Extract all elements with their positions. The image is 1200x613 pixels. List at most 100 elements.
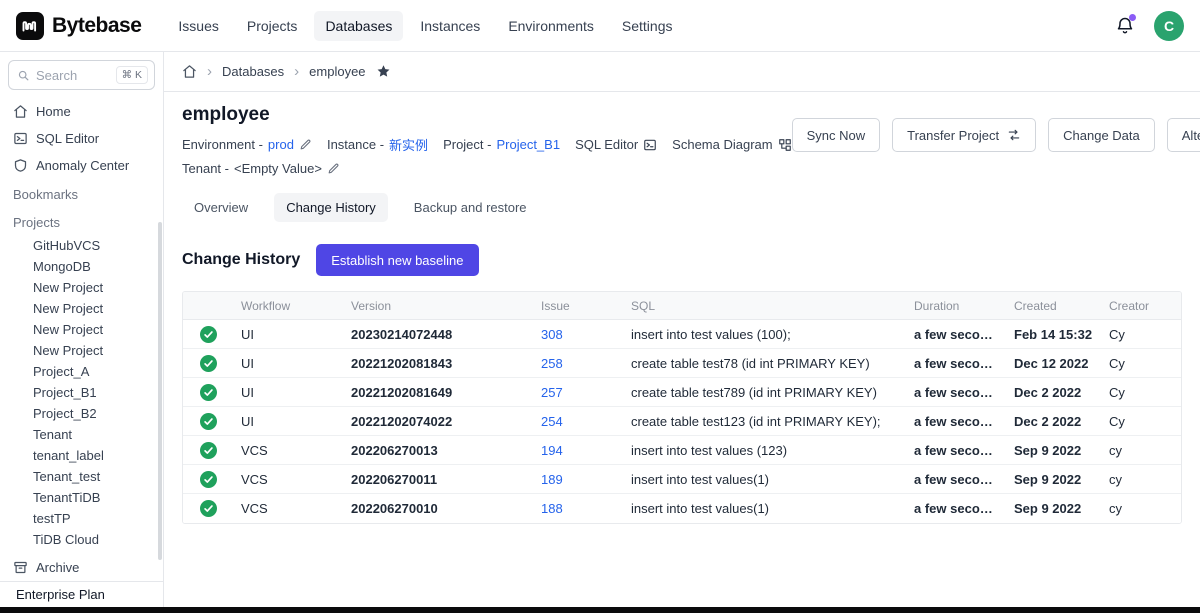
sidebar-item-label: Home xyxy=(36,104,71,119)
environment-link[interactable]: prod xyxy=(268,137,294,152)
issue-link[interactable]: 254 xyxy=(541,414,563,429)
nav-item-environments[interactable]: Environments xyxy=(497,11,605,41)
transfer-project-button[interactable]: Transfer Project xyxy=(892,118,1036,152)
sidebar-project-project_a[interactable]: Project_A xyxy=(8,361,155,382)
version-cell: 20221202074022 xyxy=(343,414,533,429)
project-label: Project - xyxy=(443,137,491,152)
nav-item-projects[interactable]: Projects xyxy=(236,11,309,41)
terminal-icon xyxy=(13,131,28,146)
issue-link[interactable]: 188 xyxy=(541,501,563,516)
schema-diagram-link[interactable]: Schema Diagram xyxy=(672,137,791,152)
schema-diagram-label: Schema Diagram xyxy=(672,137,772,152)
sidebar-project-tenant[interactable]: Tenant xyxy=(8,424,155,445)
bytebase-app: Bytebase IssuesProjectsDatabasesInstance… xyxy=(0,0,1200,613)
sidebar-project-tenanttidb[interactable]: TenantTiDB xyxy=(8,487,155,508)
sql-cell: insert into test values(1) xyxy=(623,501,906,516)
establish-baseline-button[interactable]: Establish new baseline xyxy=(316,244,478,276)
breadcrumb: › Databases › employee xyxy=(164,52,1200,92)
sidebar-project-mongodb[interactable]: MongoDB xyxy=(8,256,155,277)
notifications-bell-icon[interactable] xyxy=(1114,15,1136,37)
shield-icon xyxy=(13,158,28,173)
history-row[interactable]: UI20230214072448308insert into test valu… xyxy=(183,320,1181,349)
sidebar-project-project_b2[interactable]: Project_B2 xyxy=(8,403,155,424)
nav-item-issues[interactable]: Issues xyxy=(167,11,229,41)
notification-dot xyxy=(1129,14,1136,21)
history-row[interactable]: UI20221202081843258create table test78 (… xyxy=(183,349,1181,378)
user-avatar[interactable]: C xyxy=(1154,11,1184,41)
home-icon[interactable] xyxy=(182,64,197,79)
created-cell: Dec 2 2022 xyxy=(1006,385,1101,400)
meta-row-1: Environment - prod Instance - 新实例 xyxy=(182,135,792,154)
breadcrumb-employee: employee xyxy=(309,64,365,79)
version-cell: 20221202081843 xyxy=(343,356,533,371)
nav-item-databases[interactable]: Databases xyxy=(314,11,403,41)
sidebar-project-tenant_test[interactable]: Tenant_test xyxy=(8,466,155,487)
status-success-icon xyxy=(183,442,233,459)
sidebar-project-new-project[interactable]: New Project xyxy=(8,340,155,361)
search-box[interactable]: ⌘ K xyxy=(8,60,155,90)
sidebar-project-tidb-cloud[interactable]: TiDB Cloud xyxy=(8,529,155,549)
sidebar-scrollbar[interactable] xyxy=(158,222,162,560)
bookmark-star-icon[interactable] xyxy=(376,64,391,79)
sidebar-project-new-project[interactable]: New Project xyxy=(8,319,155,340)
issue-cell: 254 xyxy=(533,414,623,429)
sidebar-item-sql-editor[interactable]: SQL Editor xyxy=(8,125,155,152)
projects-section-label[interactable]: Projects xyxy=(8,210,155,235)
page-title: employee xyxy=(182,104,792,126)
issue-link[interactable]: 194 xyxy=(541,443,563,458)
sidebar-item-anomaly-center[interactable]: Anomaly Center xyxy=(8,152,155,179)
duration-cell: a few seconds xyxy=(906,385,1006,400)
edit-environment-pencil-icon[interactable] xyxy=(299,138,312,151)
created-cell: Sep 9 2022 xyxy=(1006,501,1101,516)
column-header-sql: SQL xyxy=(623,299,906,313)
issue-cell: 308 xyxy=(533,327,623,342)
sync-now-button[interactable]: Sync Now xyxy=(792,118,881,152)
tab-overview[interactable]: Overview xyxy=(182,193,260,222)
version-cell: 202206270011 xyxy=(343,472,533,487)
issue-link[interactable]: 308 xyxy=(541,327,563,342)
sidebar-project-githubvcs[interactable]: GitHubVCS xyxy=(8,235,155,256)
sql-cell: insert into test values (100); xyxy=(623,327,906,342)
sidebar-project-testtp[interactable]: testTP xyxy=(8,508,155,529)
sidebar-project-new-project[interactable]: New Project xyxy=(8,277,155,298)
project-link[interactable]: Project_B1 xyxy=(496,137,560,152)
plan-label: Enterprise Plan xyxy=(0,581,163,607)
change-data-button[interactable]: Change Data xyxy=(1048,118,1155,152)
nav-item-instances[interactable]: Instances xyxy=(409,11,491,41)
created-cell: Feb 14 15:32 xyxy=(1006,327,1101,342)
history-row[interactable]: VCS202206270010188insert into test value… xyxy=(183,494,1181,523)
issue-link[interactable]: 258 xyxy=(541,356,563,371)
sidebar-item-home[interactable]: Home xyxy=(8,98,155,125)
issue-link[interactable]: 257 xyxy=(541,385,563,400)
status-success-icon xyxy=(183,500,233,517)
alter-schema-button[interactable]: Alter Schema xyxy=(1167,118,1200,152)
sidebar-item-label: Archive xyxy=(36,560,79,575)
breadcrumb-databases[interactable]: Databases xyxy=(222,64,284,79)
bytebase-logo[interactable]: Bytebase xyxy=(16,12,141,40)
sidebar-project-new-project[interactable]: New Project xyxy=(8,298,155,319)
navbar-items: IssuesProjectsDatabasesInstancesEnvironm… xyxy=(167,11,683,41)
search-shortcut: ⌘ K xyxy=(116,66,148,84)
tab-change-history[interactable]: Change History xyxy=(274,193,388,222)
search-input[interactable] xyxy=(36,68,102,83)
home-icon xyxy=(13,104,28,119)
sidebar-project-tenant_label[interactable]: tenant_label xyxy=(8,445,155,466)
history-row[interactable]: UI20221202074022254create table test123 … xyxy=(183,407,1181,436)
sql-cell: create table test789 (id int PRIMARY KEY… xyxy=(623,385,906,400)
nav-item-settings[interactable]: Settings xyxy=(611,11,684,41)
workflow-cell: UI xyxy=(233,356,343,371)
history-row[interactable]: VCS202206270011189insert into test value… xyxy=(183,465,1181,494)
issue-link[interactable]: 189 xyxy=(541,472,563,487)
sql-editor-label: SQL Editor xyxy=(575,137,638,152)
history-row[interactable]: UI20221202081649257create table test789 … xyxy=(183,378,1181,407)
main-panel: › Databases › employee employee Environm… xyxy=(164,52,1200,607)
column-header-creator: Creator xyxy=(1101,299,1181,313)
sidebar-item-archive[interactable]: Archive xyxy=(8,554,155,581)
sql-editor-link[interactable]: SQL Editor xyxy=(575,137,657,152)
tab-backup-and-restore[interactable]: Backup and restore xyxy=(402,193,539,222)
instance-link[interactable]: 新实例 xyxy=(389,135,428,154)
edit-tenant-pencil-icon[interactable] xyxy=(327,162,340,175)
sidebar-project-project_b1[interactable]: Project_B1 xyxy=(8,382,155,403)
breadcrumb-separator: › xyxy=(207,64,212,79)
history-row[interactable]: VCS202206270013194insert into test value… xyxy=(183,436,1181,465)
